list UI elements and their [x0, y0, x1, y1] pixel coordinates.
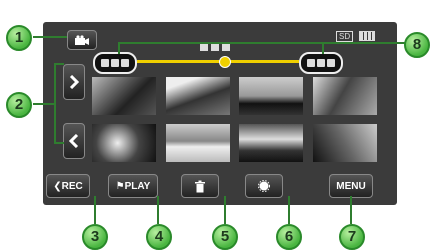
camcorder-lcd-screen: SD ❮ REC ⚑ PLAY MENU [43, 22, 397, 205]
menu-button[interactable]: MENU [329, 174, 373, 198]
scroll-left-pill[interactable] [93, 52, 137, 74]
callout-1: 1 [6, 25, 32, 51]
video-camera-icon [75, 34, 89, 45]
scroll-slider-handle[interactable] [219, 56, 231, 68]
callout-3-line [94, 196, 96, 224]
mode-button[interactable] [67, 30, 97, 50]
date-search-icon [258, 180, 270, 192]
date-search-button[interactable] [245, 174, 283, 198]
play-label: PLAY [124, 180, 151, 192]
callout-3: 3 [82, 224, 108, 250]
callout-6-line [288, 196, 290, 224]
thumbnail-night-palms[interactable] [313, 124, 377, 162]
thumbnail-sunset-lake[interactable] [239, 124, 303, 162]
callout-5-line [224, 196, 226, 224]
callout-4-line [157, 196, 159, 224]
callout-2-bracket-bottom [54, 142, 64, 144]
thumbnail-flower-garden[interactable] [92, 124, 156, 162]
callout-5: 5 [212, 224, 238, 250]
callout-2-line [33, 103, 55, 105]
play-button[interactable]: ⚑ PLAY [108, 174, 158, 198]
callout-1-line [33, 36, 67, 38]
thumbnail-palm-tree-sunset[interactable] [92, 77, 156, 115]
page-down-button[interactable] [63, 123, 85, 159]
battery-icon [359, 31, 375, 41]
callout-8: 8 [404, 32, 430, 58]
flag-icon: ⚑ [115, 180, 125, 192]
callout-4: 4 [146, 224, 172, 250]
thumbnail-woman-on-beach[interactable] [166, 77, 230, 115]
back-arrow-icon: ❮ [53, 180, 62, 192]
callout-7-line [350, 196, 352, 224]
rec-button[interactable]: ❮ REC [46, 174, 90, 198]
menu-label: MENU [336, 180, 366, 192]
scroll-right-pill[interactable] [299, 52, 343, 74]
rec-label: REC [61, 180, 83, 192]
trash-icon [195, 180, 205, 192]
scroll-slider-track[interactable] [137, 60, 299, 63]
chevron-right-icon [69, 75, 79, 89]
sd-card-indicator: SD [336, 31, 354, 42]
callout-8-line-b [322, 42, 324, 54]
chevron-left-icon [69, 134, 79, 148]
page-up-button[interactable] [63, 64, 85, 100]
callout-8-line-left [118, 42, 412, 44]
thumbnail-boat-silhouette[interactable] [239, 77, 303, 115]
callout-7: 7 [339, 224, 365, 250]
page-indicator [200, 44, 230, 51]
thumbnail-beach-chair[interactable] [166, 124, 230, 162]
delete-button[interactable] [181, 174, 219, 198]
callout-2: 2 [6, 92, 32, 118]
callout-8-line-a [118, 42, 120, 54]
callout-6: 6 [276, 224, 302, 250]
thumbnail-palm-tree-sky[interactable] [313, 77, 377, 115]
